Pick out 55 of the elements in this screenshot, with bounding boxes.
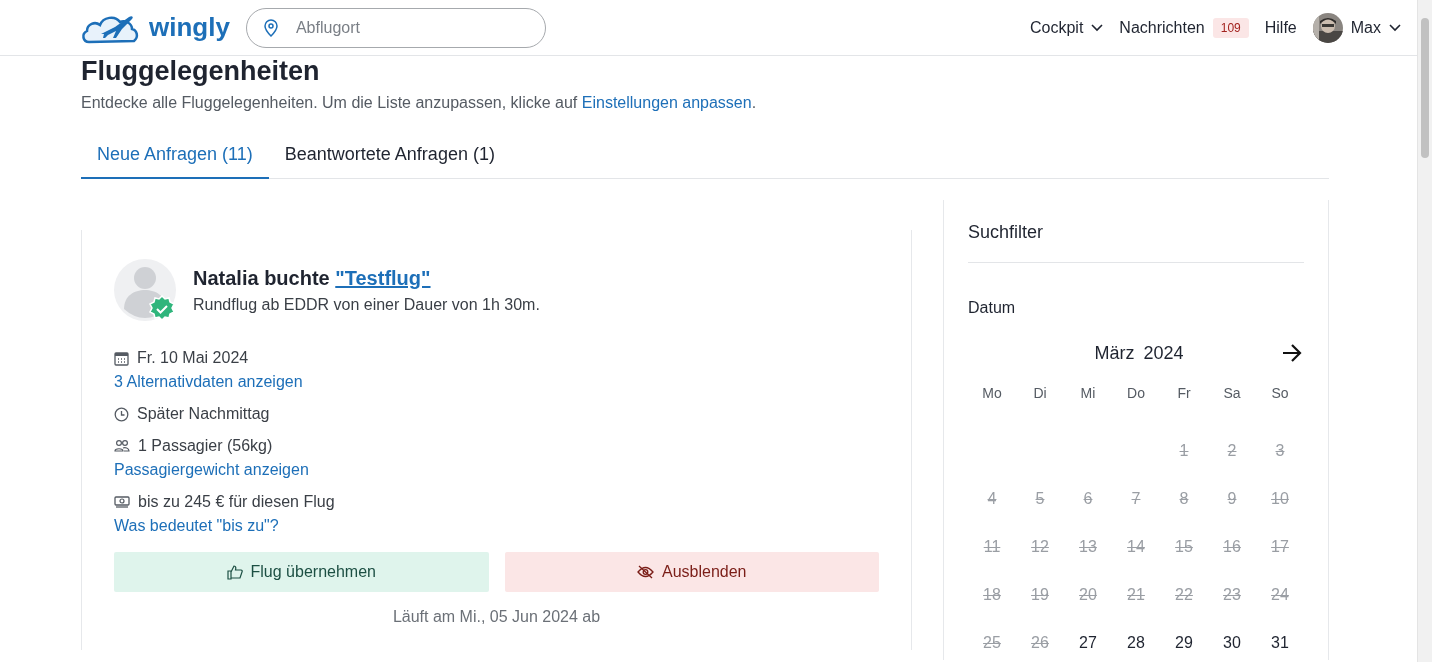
messages-label: Nachrichten: [1119, 18, 1205, 37]
calendar-day[interactable]: 31: [1271, 634, 1289, 652]
nav-menu[interactable]: Cockpit: [1030, 18, 1104, 37]
panel-title: Suchfilter: [968, 222, 1304, 263]
calendar-day[interactable]: 28: [1127, 634, 1145, 652]
detail-text: Fr. 10 Mai 2024: [137, 348, 249, 368]
messages-link[interactable]: Nachrichten 109: [1119, 17, 1249, 38]
weekday-label: So: [1270, 384, 1290, 403]
arrow-right-icon: [1282, 344, 1302, 362]
calendar-day[interactable]: 29: [1175, 634, 1193, 652]
calendar-day[interactable]: 30: [1223, 634, 1241, 652]
chevron-down-icon: [1389, 23, 1401, 32]
detail-text: bis zu 245 € für diesen Flug: [138, 492, 335, 512]
menu-label: Max: [1350, 18, 1381, 37]
departure-search-field[interactable]: Abflugort: [245, 7, 546, 48]
flight-link[interactable]: "Testflug": [335, 267, 431, 289]
tab[interactable]: Beantwortete Anfragen (1): [268, 134, 511, 179]
wingly-logo[interactable]: wingly: [81, 9, 230, 46]
detail-text: 1 Passagier (56kg): [138, 436, 273, 456]
unread-count-badge: 109: [1212, 17, 1249, 38]
weekday-label: Do: [1126, 384, 1146, 403]
people-icon: [114, 439, 130, 453]
next-month-button[interactable]: [1280, 342, 1304, 364]
month-title: März 2024: [1093, 342, 1185, 364]
chevron-down-icon: [1091, 23, 1104, 32]
weekday-label: Di: [1032, 384, 1048, 403]
thumbs-up-icon: [226, 564, 243, 580]
detail-link[interactable]: Was bedeutet "bis zu"?: [114, 516, 279, 536]
weekday-label: Sa: [1222, 384, 1242, 403]
calendar-day[interactable]: 27: [1079, 634, 1097, 652]
detail-text: Später Nachmittag: [137, 404, 270, 424]
settings-link[interactable]: Einstellungen anpassen: [581, 94, 752, 111]
eye-slash-icon: [637, 565, 654, 579]
calendar-icon: [114, 350, 129, 366]
page-title: Fluggelegenheiten: [81, 56, 320, 86]
tab[interactable]: Neue Anfragen (11): [81, 134, 269, 179]
flight-description: Rundflug ab EDDR von einer Dauer von 1h 30m.: [193, 296, 540, 314]
clock-icon: [114, 406, 129, 422]
detail-link[interactable]: Passagiergewicht anzeigen: [114, 460, 309, 480]
weekday-label: Fr: [1176, 384, 1192, 403]
detail-link[interactable]: 3 Alternativdaten anzeigen: [114, 372, 303, 392]
map-pin-icon: [263, 18, 278, 37]
banknote-icon: [114, 495, 130, 509]
section-label: Datum: [968, 299, 1017, 317]
accept-flight-button[interactable]: Flug übernehmen: [114, 552, 489, 592]
menu-label: Cockpit: [1030, 18, 1084, 37]
nav-link[interactable]: Hilfe: [1264, 18, 1297, 37]
user-menu[interactable]: Max: [1312, 12, 1401, 43]
hide-button[interactable]: Ausblenden: [504, 552, 879, 592]
weekday-label: Mi: [1079, 384, 1097, 403]
booking-title: Natalia buchte "Testflug": [193, 267, 432, 290]
scrollbar[interactable]: [1417, 0, 1432, 662]
page-description: Entdecke alle Fluggelegenheiten. Um die Liste anzupassen, klicke auf Einstellungen anpassen.: [81, 94, 758, 112]
weekday-label: Mo: [981, 384, 1003, 403]
expiry-text: Läuft am Mi., 05 Jun 2024 ab: [391, 608, 602, 626]
